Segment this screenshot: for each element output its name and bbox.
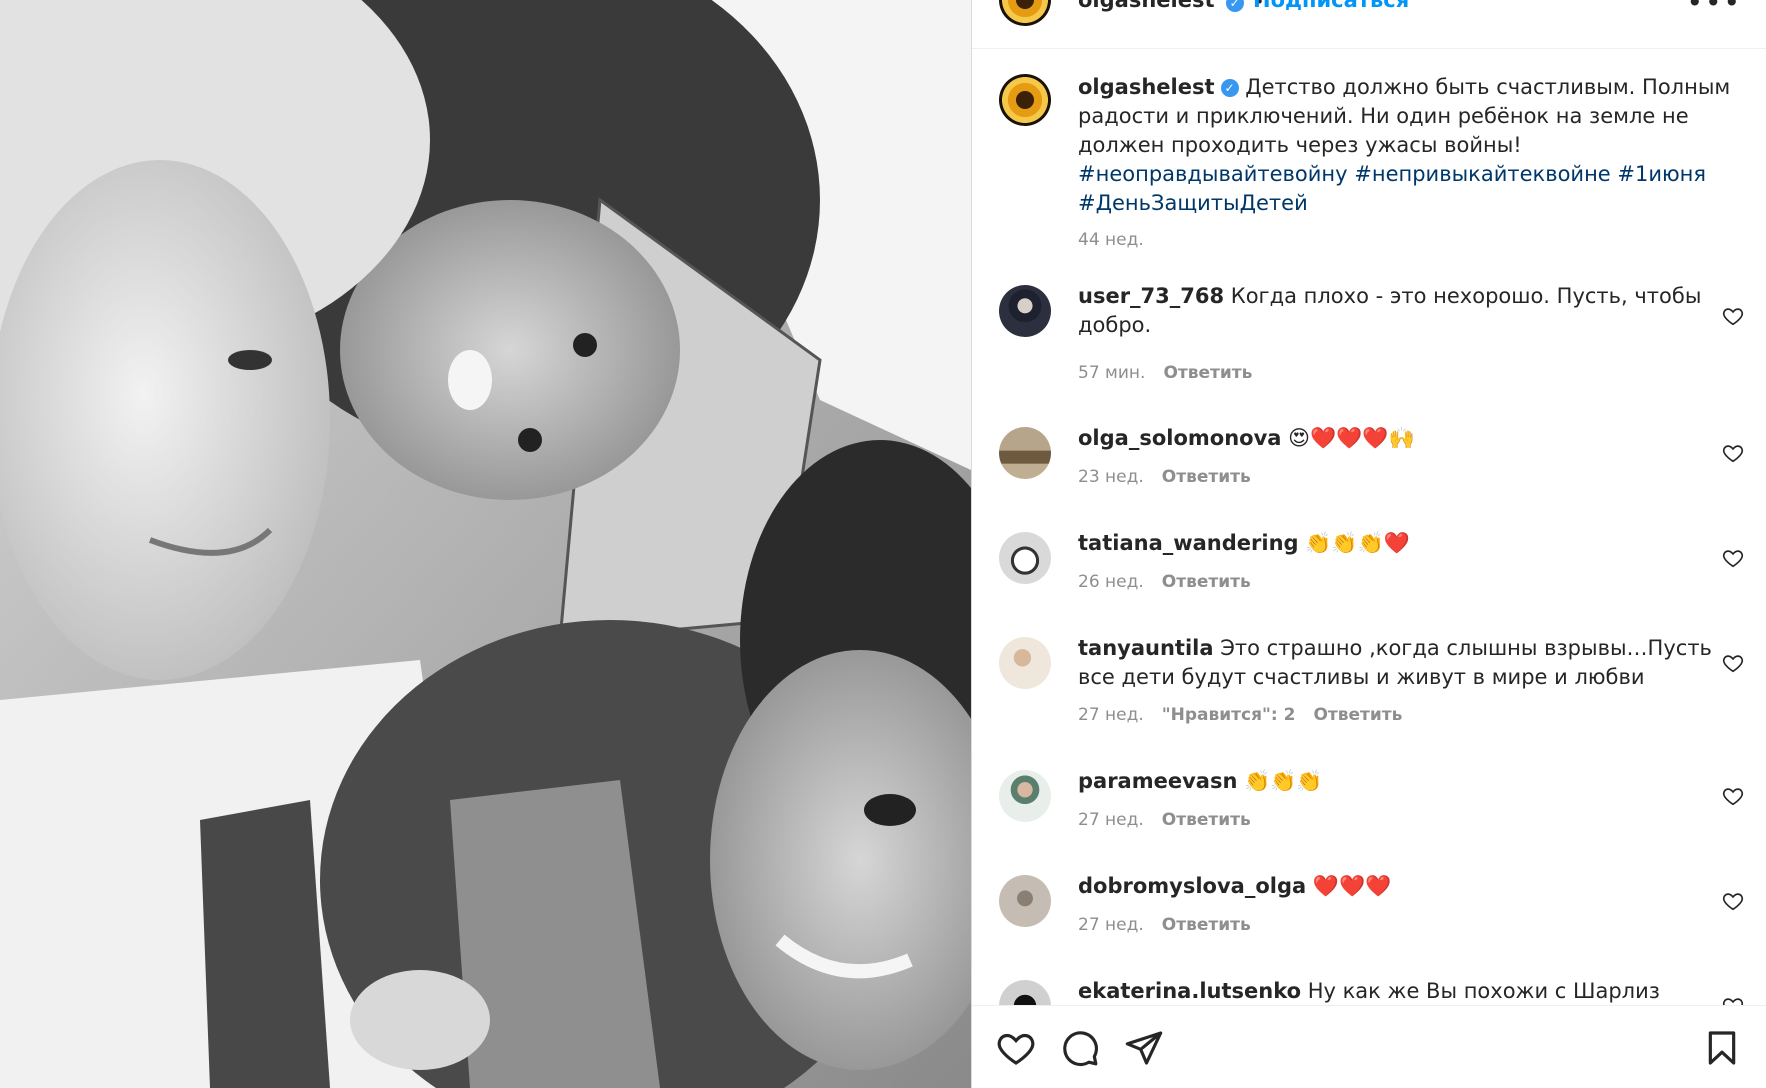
comment-like-heart-icon[interactable] <box>1722 305 1744 327</box>
comment-like-heart-icon[interactable] <box>1722 995 1744 1005</box>
comment-username[interactable]: olga_solomonova <box>1078 426 1281 450</box>
like-heart-icon[interactable] <box>996 1028 1036 1068</box>
post-sidebar: olgashelest ✓ • Подписаться ••• olgashel… <box>971 0 1766 1088</box>
comment-body: ekaterina.lutsenko Ну как же Вы похожи с… <box>1078 977 1718 1005</box>
comment-text: 👏👏👏❤️ <box>1305 531 1410 555</box>
comment-like-heart-icon[interactable] <box>1722 890 1744 912</box>
commenter-avatar[interactable] <box>999 980 1051 1005</box>
header-author[interactable]: olgashelest ✓ • <box>1078 0 1264 12</box>
comment-username[interactable]: dobromyslova_olga <box>1078 874 1306 898</box>
commenter-avatar[interactable] <box>999 637 1051 689</box>
comment-body: olga_solomonova 😍❤️❤️❤️🙌 <box>1078 424 1718 453</box>
reply-button[interactable]: Ответить <box>1163 363 1252 383</box>
more-icon[interactable]: ••• <box>1686 0 1742 19</box>
instagram-post-view: olgashelest ✓ • Подписаться ••• olgashel… <box>0 0 1766 1088</box>
caption-author-avatar[interactable] <box>999 74 1051 126</box>
comment-username[interactable]: user_73_768 <box>1078 284 1224 308</box>
comment-like-heart-icon[interactable] <box>1722 547 1744 569</box>
comment-time[interactable]: 23 нед. <box>1078 467 1144 487</box>
caption-username[interactable]: olgashelest <box>1078 75 1215 99</box>
comment-likes-count[interactable]: "Нравится": 2 <box>1162 705 1296 725</box>
comment-time[interactable]: 27 нед. <box>1078 915 1144 935</box>
post-photo[interactable] <box>0 0 971 1088</box>
reply-button[interactable]: Ответить <box>1313 705 1402 725</box>
follow-button[interactable]: Подписаться <box>1253 0 1409 12</box>
comment-time[interactable]: 27 нед. <box>1078 810 1144 830</box>
comment-time[interactable]: 27 нед. <box>1078 705 1144 725</box>
caption-time[interactable]: 44 нед. <box>1078 226 1738 255</box>
comment-text: 😍❤️❤️❤️🙌 <box>1288 426 1415 450</box>
comment-like-heart-icon[interactable] <box>1722 785 1744 807</box>
comment-like-heart-icon[interactable] <box>1722 652 1744 674</box>
caption-hashtags[interactable]: #неоправдывайтевойну #непривыкайтеквойне… <box>1078 162 1706 186</box>
comments-scroll-area[interactable]: olgashelest ✓ Детство должно быть счастли… <box>972 49 1766 1005</box>
verified-icon: ✓ <box>1225 0 1244 12</box>
comment-like-heart-icon[interactable] <box>1722 442 1744 464</box>
comment-text: 👏👏👏 <box>1244 769 1323 793</box>
commenter-avatar[interactable] <box>999 532 1051 584</box>
caption-hashtag[interactable]: #ДеньЗащитыДетей <box>1078 191 1308 215</box>
comment-username[interactable]: parameevasn <box>1078 769 1237 793</box>
comment-icon[interactable] <box>1060 1028 1100 1068</box>
comment-time[interactable]: 57 мин. <box>1078 363 1145 383</box>
post-actions-bar <box>972 1005 1766 1088</box>
comment-meta: 27 нед. Ответить <box>1078 915 1251 935</box>
bookmark-icon[interactable] <box>1702 1028 1742 1068</box>
reply-button[interactable]: Ответить <box>1162 467 1251 487</box>
commenter-avatar[interactable] <box>999 875 1051 927</box>
author-avatar[interactable] <box>999 0 1051 26</box>
comment-body: dobromyslova_olga ❤️❤️❤️ <box>1078 872 1718 901</box>
reply-button[interactable]: Ответить <box>1162 810 1251 830</box>
comment-body: parameevasn 👏👏👏 <box>1078 767 1718 796</box>
comment-body: user_73_768 Когда плохо - это нехорошо. … <box>1078 282 1718 340</box>
share-icon[interactable] <box>1124 1028 1164 1068</box>
comment-username[interactable]: tatiana_wandering <box>1078 531 1299 555</box>
verified-icon: ✓ <box>1220 79 1239 97</box>
post-caption: olgashelest ✓ Детство должно быть счастли… <box>1078 73 1738 255</box>
comment-body: tatiana_wandering 👏👏👏❤️ <box>1078 529 1718 558</box>
reply-button[interactable]: Ответить <box>1162 915 1251 935</box>
header-username[interactable]: olgashelest <box>1078 0 1215 12</box>
comment-username[interactable]: ekaterina.lutsenko <box>1078 979 1301 1003</box>
comment-meta: 26 нед. Ответить <box>1078 572 1251 592</box>
post-photo-image <box>0 0 971 1088</box>
comment-meta: 23 нед. Ответить <box>1078 467 1251 487</box>
commenter-avatar[interactable] <box>999 427 1051 479</box>
comment-body: tanyauntila Это страшно ,когда слышны вз… <box>1078 634 1718 692</box>
reply-button[interactable]: Ответить <box>1162 572 1251 592</box>
comment-text: ❤️❤️❤️ <box>1312 874 1392 898</box>
comment-time[interactable]: 26 нед. <box>1078 572 1144 592</box>
commenter-avatar[interactable] <box>999 770 1051 822</box>
comment-meta: 27 нед. "Нравится": 2 Ответить <box>1078 705 1402 725</box>
commenter-avatar[interactable] <box>999 285 1051 337</box>
post-header: olgashelest ✓ • Подписаться ••• <box>972 0 1766 49</box>
comment-meta: 57 мин. Ответить <box>1078 363 1252 383</box>
comment-username[interactable]: tanyauntila <box>1078 636 1214 660</box>
comment-meta: 27 нед. Ответить <box>1078 810 1251 830</box>
